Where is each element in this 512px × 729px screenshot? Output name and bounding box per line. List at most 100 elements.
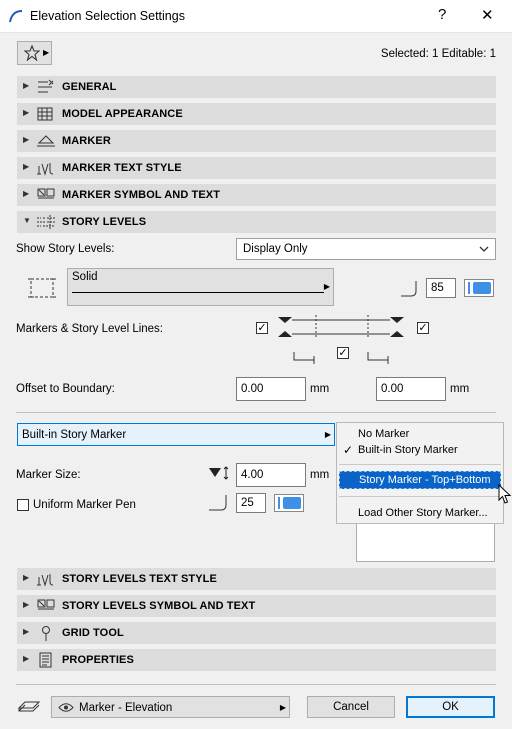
menu-item-built-in-story-marker[interactable]: ✓ Built-in Story Marker xyxy=(337,441,503,459)
marker-symbol-text-icon xyxy=(37,188,55,199)
offset-left-input[interactable]: 0.00 xyxy=(236,377,306,401)
footer-divider xyxy=(16,684,496,685)
section-label: MARKER xyxy=(62,135,111,147)
right-marker-checkbox[interactable]: ✓ xyxy=(417,322,429,334)
chevron-right-icon: ▶ xyxy=(23,627,30,636)
offset-right-unit: mm xyxy=(450,383,470,395)
menu-separator xyxy=(339,496,501,497)
story-levels-icon xyxy=(37,215,55,229)
section-label: MARKER SYMBOL AND TEXT xyxy=(62,189,221,201)
divider xyxy=(16,412,496,413)
menu-item-label: Story Marker - Top+Bottom xyxy=(359,474,491,486)
show-story-levels-label: Show Story Levels: xyxy=(16,243,115,255)
bottom-line-checkbox[interactable]: ✓ xyxy=(337,347,349,359)
section-marker[interactable]: ▶ MARKER xyxy=(17,130,496,152)
section-label: GRID TOOL xyxy=(62,627,124,639)
section-label: MARKER TEXT STYLE xyxy=(62,162,182,174)
menu-item-label: Built-in Story Marker xyxy=(358,444,458,456)
eye-icon xyxy=(58,703,74,712)
section-story-levels-text-style[interactable]: ▶ STORY LEVELS TEXT STYLE xyxy=(17,568,496,590)
left-marker-checkbox[interactable]: ✓ xyxy=(256,322,268,334)
line-pen-color-button[interactable] xyxy=(464,279,494,297)
chevron-right-icon: ▶ xyxy=(23,81,30,90)
chevron-right-icon: ▶ xyxy=(23,654,30,663)
marker-pen-color-button[interactable] xyxy=(274,494,304,512)
section-story-levels[interactable]: ▼ STORY LEVELS xyxy=(17,211,496,233)
marker-bottom-left-icon xyxy=(293,352,315,364)
ok-button[interactable]: OK xyxy=(406,696,495,718)
chevron-down-icon: ▼ xyxy=(23,216,31,225)
menu-item-story-marker-top-bottom[interactable]: Story Marker - Top+Bottom xyxy=(339,471,501,489)
marker-type-value: Built-in Story Marker xyxy=(22,429,127,441)
show-story-levels-dropdown[interactable]: Display Only xyxy=(236,238,496,260)
line-type-selector[interactable]: Solid ▶ xyxy=(67,268,334,306)
section-label: GENERAL xyxy=(62,81,117,93)
grid-tool-icon xyxy=(42,626,50,641)
section-marker-text-style[interactable]: ▶ MARKER TEXT STYLE xyxy=(17,157,496,179)
chevron-right-icon: ▶ xyxy=(43,48,50,57)
properties-icon xyxy=(39,652,52,668)
section-marker-symbol-text[interactable]: ▶ MARKER SYMBOL AND TEXT xyxy=(17,184,496,206)
section-label: MODEL APPEARANCE xyxy=(62,108,183,120)
offset-right-input[interactable]: 0.00 xyxy=(376,377,446,401)
marker-pen-input[interactable]: 25 xyxy=(236,493,266,513)
marker-bottom-right-icon xyxy=(367,352,389,364)
section-general[interactable]: ▶ GENERAL xyxy=(17,76,496,98)
offset-left-unit: mm xyxy=(310,383,330,395)
layer-name: Marker - Elevation xyxy=(79,702,173,714)
section-label: PROPERTIES xyxy=(62,654,134,666)
section-grid-tool[interactable]: ▶ GRID TOOL xyxy=(17,622,496,644)
pen-icon xyxy=(209,495,227,511)
cursor-icon xyxy=(498,484,511,504)
pen-icon xyxy=(401,281,417,297)
marker-icon xyxy=(37,135,55,147)
marker-type-menu: No Marker ✓ Built-in Story Marker Story … xyxy=(336,422,504,524)
chevron-right-icon: ▶ xyxy=(23,135,30,144)
menu-item-load-other[interactable]: Load Other Story Marker... xyxy=(337,504,503,522)
selection-info: Selected: 1 Editable: 1 xyxy=(380,48,496,60)
chevron-right-icon: ▶ xyxy=(23,573,30,582)
chevron-right-icon: ▶ xyxy=(324,430,331,439)
chevron-right-icon: ▶ xyxy=(23,189,30,198)
window-title: Elevation Selection Settings xyxy=(30,9,185,23)
menu-item-label: No Marker xyxy=(358,428,410,440)
general-icon xyxy=(38,79,54,93)
marker-size-unit: mm xyxy=(310,469,330,481)
archicad-logo-icon xyxy=(9,10,23,23)
line-type-label: Solid xyxy=(72,271,98,283)
chevron-down-icon xyxy=(479,246,489,252)
title-bar: Elevation Selection Settings ? ✕ xyxy=(0,0,512,33)
section-label: STORY LEVELS xyxy=(62,216,147,228)
menu-separator xyxy=(339,464,501,465)
uniform-pen-label: Uniform Marker Pen xyxy=(33,499,136,511)
section-label: STORY LEVELS TEXT STYLE xyxy=(62,573,217,585)
marker-size-input[interactable]: 4.00 xyxy=(236,463,306,487)
markers-lines-label: Markers & Story Level Lines: xyxy=(16,323,164,335)
story-level-lines-diagram xyxy=(278,315,404,339)
marker-size-icon xyxy=(209,466,229,480)
marker-text-style-icon xyxy=(37,574,54,587)
uniform-pen-checkbox[interactable] xyxy=(17,499,29,511)
line-pen-input[interactable]: 85 xyxy=(426,278,456,298)
layer-icon xyxy=(17,701,41,712)
offset-boundary-label: Offset to Boundary: xyxy=(16,383,115,395)
marker-size-label: Marker Size: xyxy=(16,469,81,481)
section-model-appearance[interactable]: ▶ MODEL APPEARANCE xyxy=(17,103,496,125)
marker-symbol-text-icon xyxy=(37,599,55,610)
section-label: STORY LEVELS SYMBOL AND TEXT xyxy=(62,600,256,612)
help-button[interactable]: ? xyxy=(438,6,446,23)
section-story-levels-symbol-text[interactable]: ▶ STORY LEVELS SYMBOL AND TEXT xyxy=(17,595,496,617)
line-type-icon xyxy=(28,278,56,298)
model-appearance-icon xyxy=(37,107,53,121)
cancel-button[interactable]: Cancel xyxy=(307,696,395,718)
chevron-right-icon: ▶ xyxy=(23,162,30,171)
favorites-button[interactable]: ▶ xyxy=(17,41,52,65)
close-button[interactable]: ✕ xyxy=(481,6,494,24)
line-sample xyxy=(72,292,324,293)
chevron-right-icon: ▶ xyxy=(23,108,30,117)
section-properties[interactable]: ▶ PROPERTIES xyxy=(17,649,496,671)
marker-type-selector[interactable]: Built-in Story Marker ▶ xyxy=(17,423,335,446)
chevron-right-icon: ▶ xyxy=(279,703,286,712)
layer-selector[interactable]: Marker - Elevation ▶ xyxy=(51,696,290,718)
chevron-right-icon: ▶ xyxy=(323,282,330,291)
